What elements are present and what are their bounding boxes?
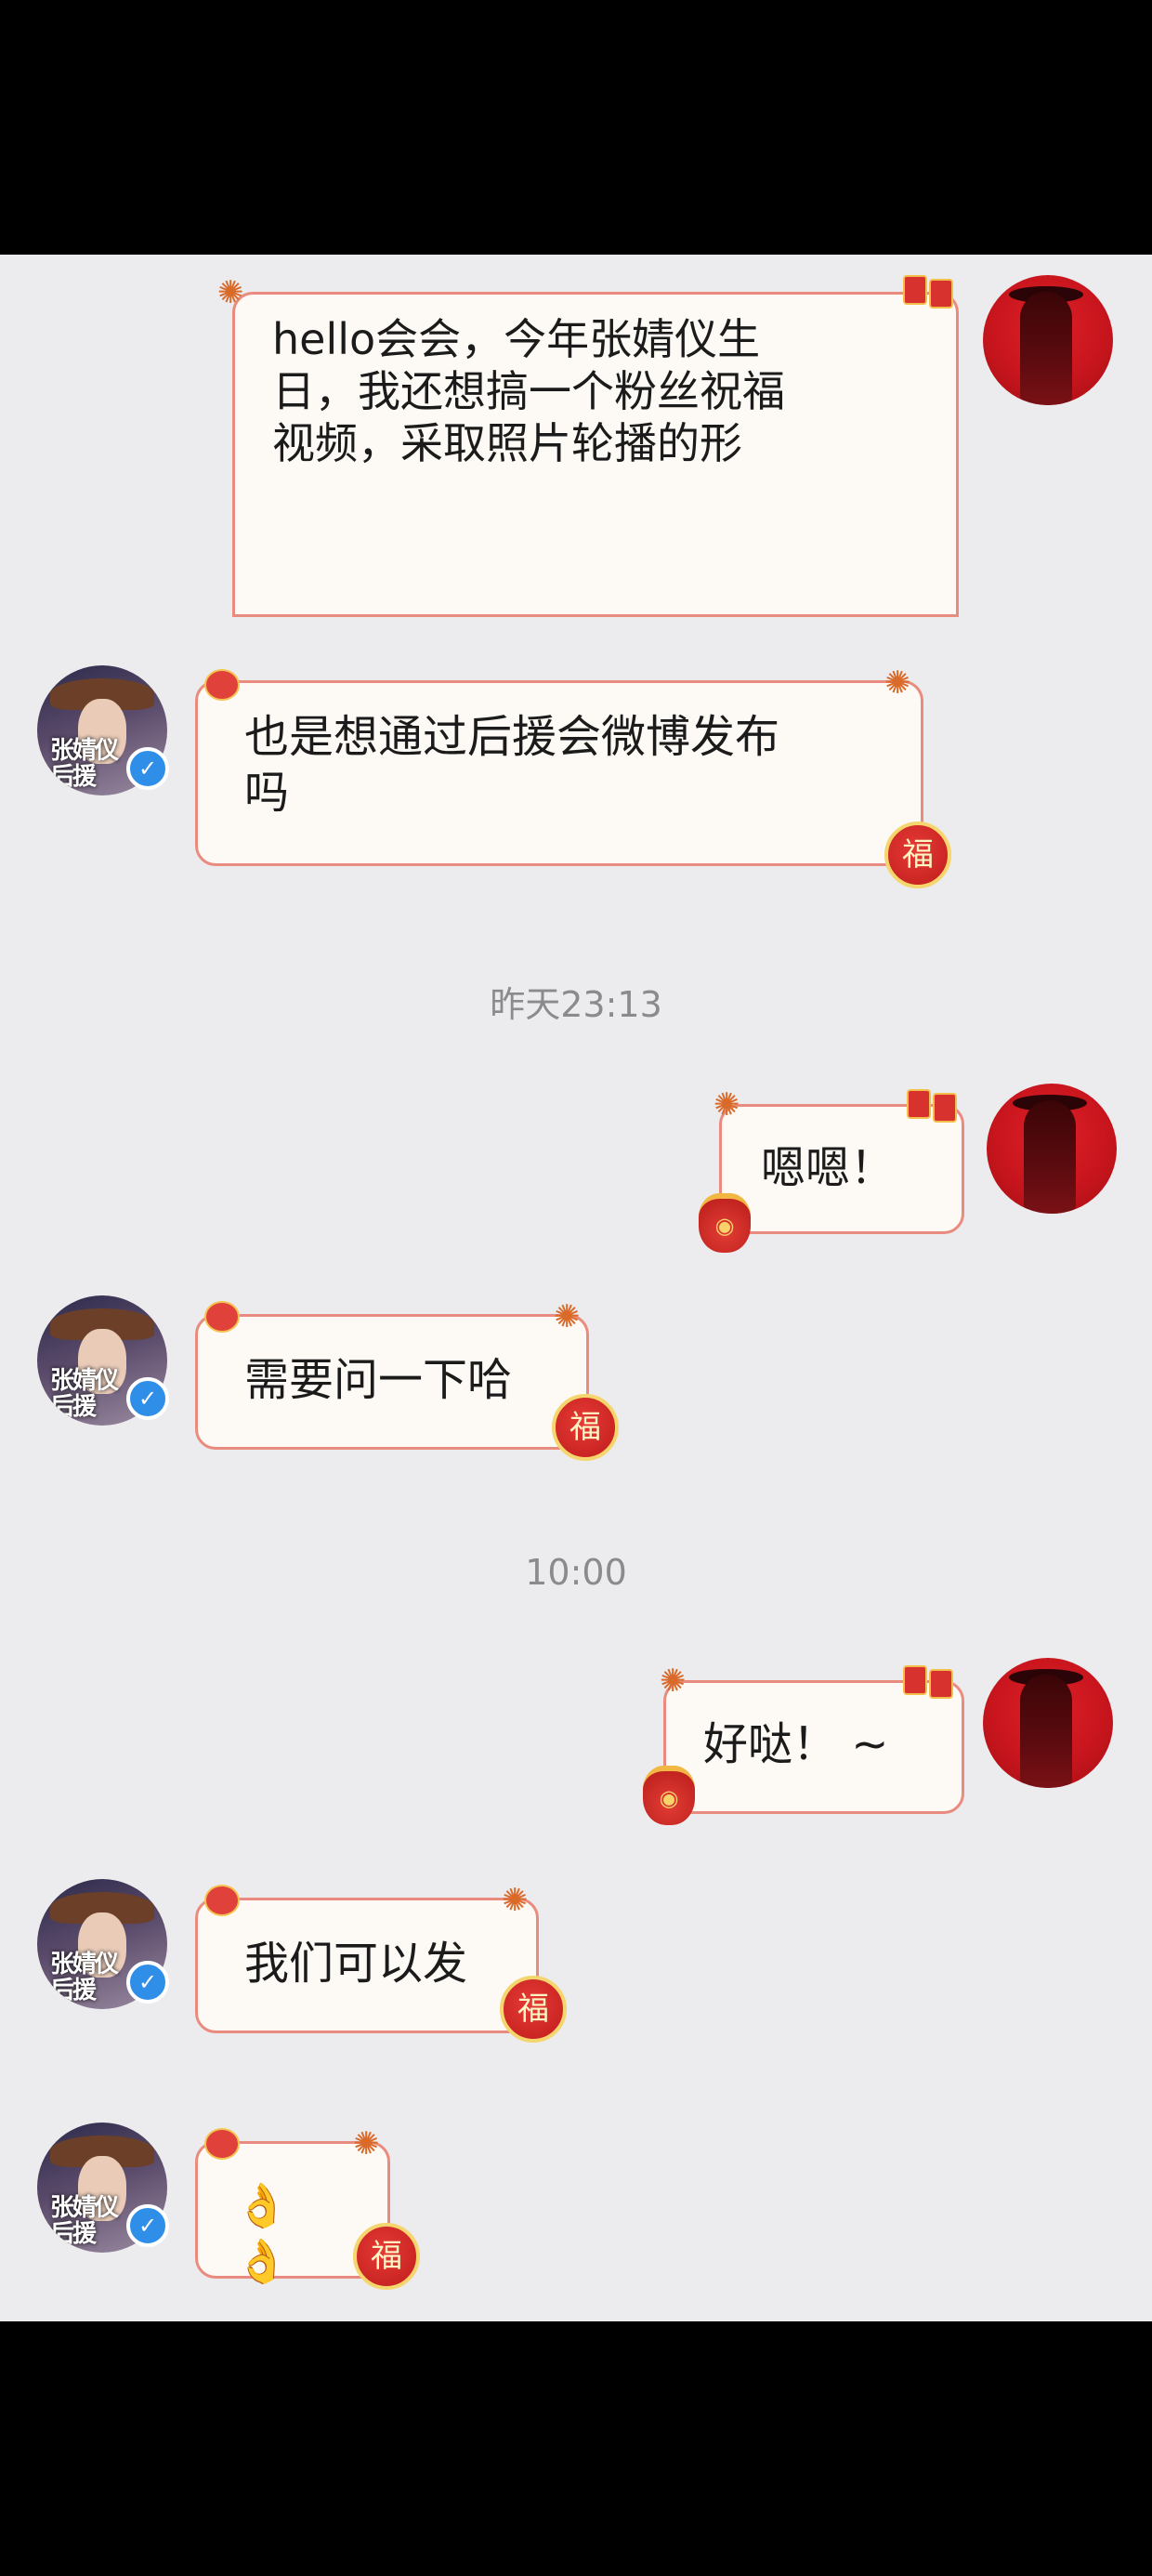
timestamp: 10:00 — [525, 1552, 627, 1593]
verified-icon: ✓ — [126, 747, 169, 790]
message-text: 需要问一下哈 — [244, 1354, 513, 1406]
firework-icon: ✺ — [353, 2125, 380, 2162]
lantern-icon — [204, 1301, 240, 1333]
message-bubble-them[interactable]: 需要问一下哈 — [195, 1314, 589, 1450]
verified-icon: ✓ — [126, 2204, 169, 2247]
message-text: 嗯嗯！ — [761, 1142, 896, 1194]
message-text: 好哒！ ~ — [703, 1718, 889, 1770]
fu-badge-icon: 福 — [500, 1976, 567, 2043]
lantern-icon — [204, 1885, 240, 1916]
avatar-me[interactable] — [987, 1084, 1117, 1214]
firework-icon: ✺ — [217, 274, 244, 311]
fu-badge-icon: 福 — [353, 2223, 420, 2290]
red-packet-icon — [903, 275, 953, 309]
message-bubble-me[interactable]: 嗯嗯！ — [719, 1104, 964, 1234]
fu-badge-icon: 福 — [552, 1394, 619, 1461]
fu-badge-icon: 福 — [884, 821, 951, 888]
timestamp: 昨天23:13 — [490, 984, 662, 1025]
message-text: 也是想通过后援会微博发布 吗 — [244, 711, 780, 819]
firework-icon: ✺ — [660, 1663, 687, 1700]
chat-area[interactable]: hello会会，今年张婧仪生 日，我还想搞一个粉丝祝福 视频，采取照片轮播的形 … — [0, 255, 1152, 2321]
firework-icon: ✺ — [713, 1086, 740, 1124]
red-packet-icon — [903, 1665, 953, 1699]
avatar-me[interactable] — [983, 1658, 1113, 1788]
message-bubble-me[interactable]: 好哒！ ~ — [663, 1680, 964, 1814]
message-bubble-me-continued — [232, 468, 959, 617]
message-text: 👌👌 — [235, 2180, 296, 2286]
message-text: 我们可以发 — [244, 1938, 468, 1990]
message-text: hello会会，今年张婧仪生 日，我还想搞一个粉丝祝福 视频，采取照片轮播的形 … — [272, 314, 785, 468]
red-packet-icon — [907, 1089, 957, 1123]
firework-icon: ✺ — [884, 664, 911, 702]
lantern-icon — [204, 669, 240, 701]
lucky-bag-icon: ◉ — [643, 1766, 695, 1825]
firework-icon: ✺ — [502, 1882, 529, 1919]
firework-icon: ✺ — [554, 1298, 581, 1335]
lucky-bag-icon: ◉ — [699, 1193, 751, 1253]
verified-icon: ✓ — [126, 1961, 169, 2004]
message-bubble-them[interactable]: 也是想通过后援会微博发布 吗 — [195, 680, 923, 866]
message-bubble-me[interactable]: hello会会，今年张婧仪生 日，我还想搞一个粉丝祝福 视频，采取照片轮播的形 … — [232, 292, 959, 468]
message-bubble-them[interactable]: 我们可以发 — [195, 1898, 539, 2033]
avatar-me[interactable] — [983, 275, 1113, 405]
verified-icon: ✓ — [126, 1377, 169, 1420]
lantern-icon — [204, 2128, 240, 2160]
